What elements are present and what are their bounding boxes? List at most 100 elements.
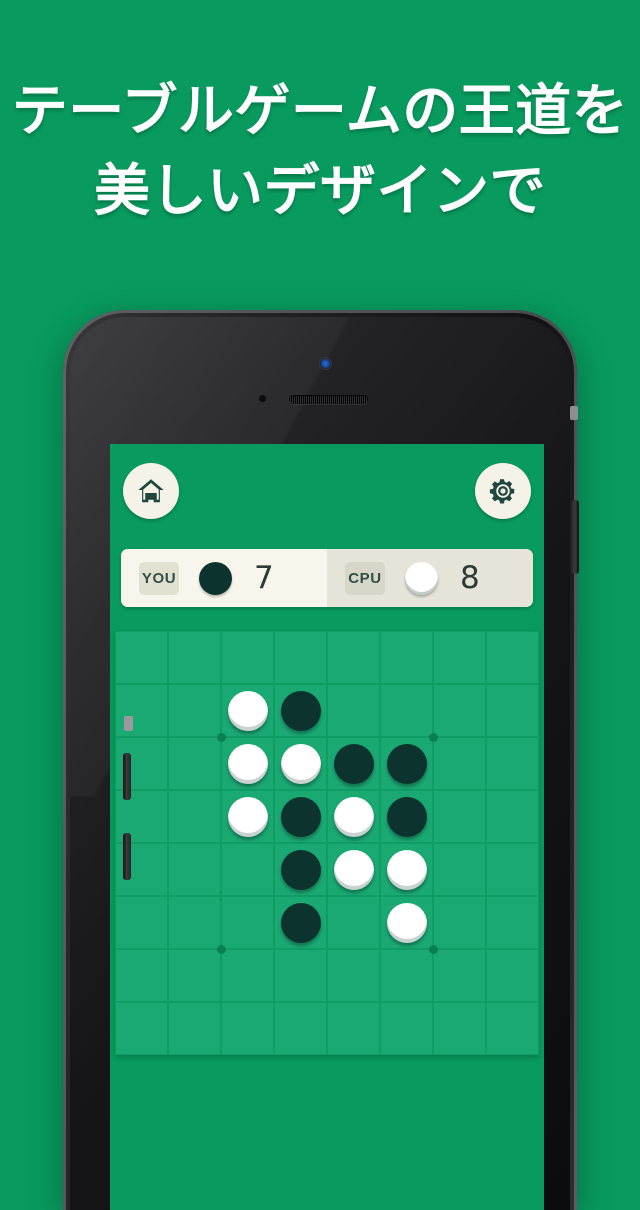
board-star-point: [428, 732, 438, 742]
board-cell[interactable]: [116, 950, 167, 1001]
board-cell[interactable]: [169, 844, 220, 895]
board-cell[interactable]: [487, 738, 538, 789]
earpiece-speaker-icon: [289, 395, 368, 404]
board-cell[interactable]: [328, 791, 379, 842]
home-icon: [136, 476, 166, 506]
board-cell[interactable]: [222, 738, 273, 789]
board-cell[interactable]: [275, 685, 326, 736]
board-cell[interactable]: [487, 791, 538, 842]
board-cell[interactable]: [381, 791, 432, 842]
othello-board[interactable]: [115, 631, 539, 1055]
score-cpu: CPU 8: [327, 549, 533, 607]
board-cell[interactable]: [381, 950, 432, 1001]
cpu-disc-icon: [405, 561, 438, 595]
volume-down-button[interactable]: [123, 833, 131, 880]
board-cell[interactable]: [328, 632, 379, 683]
phone-screen: YOU 7 CPU 8: [110, 444, 544, 1210]
board-cell[interactable]: [116, 1003, 167, 1054]
board-cell[interactable]: [487, 844, 538, 895]
board-cell[interactable]: [275, 897, 326, 948]
headline-line-1: テーブルゲームの王道を: [11, 79, 629, 144]
board-cell[interactable]: [169, 791, 220, 842]
black-stone: [280, 690, 321, 731]
black-stone: [386, 796, 427, 837]
board-cell[interactable]: [328, 844, 379, 895]
cpu-badge: CPU: [345, 561, 385, 595]
power-button[interactable]: [571, 500, 579, 574]
cpu-score: 8: [460, 560, 480, 596]
black-stone: [280, 902, 321, 943]
board-cell[interactable]: [222, 897, 273, 948]
board-cell[interactable]: [434, 950, 485, 1001]
board-grid: [115, 631, 539, 1055]
board-cell[interactable]: [275, 738, 326, 789]
board-cell[interactable]: [434, 632, 485, 683]
board-cell[interactable]: [275, 632, 326, 683]
board-cell[interactable]: [169, 632, 220, 683]
board-cell[interactable]: [116, 897, 167, 948]
board-cell[interactable]: [487, 1003, 538, 1054]
settings-button[interactable]: [475, 463, 531, 519]
board-cell[interactable]: [434, 897, 485, 948]
board-cell[interactable]: [381, 685, 432, 736]
black-stone: [333, 743, 374, 784]
board-cell[interactable]: [275, 791, 326, 842]
board-cell[interactable]: [169, 1003, 220, 1054]
you-score: 7: [254, 560, 274, 596]
board-cell[interactable]: [222, 791, 273, 842]
white-stone: [333, 849, 374, 890]
board-cell[interactable]: [169, 950, 220, 1001]
board-cell[interactable]: [381, 1003, 432, 1054]
white-stone: [227, 796, 268, 837]
board-cell[interactable]: [222, 844, 273, 895]
white-stone: [280, 743, 321, 784]
right-side-accent: [570, 406, 578, 420]
board-cell[interactable]: [169, 738, 220, 789]
you-badge: YOU: [139, 561, 179, 595]
board-cell[interactable]: [487, 950, 538, 1001]
white-stone: [227, 690, 268, 731]
board-cell[interactable]: [381, 738, 432, 789]
board-cell[interactable]: [381, 844, 432, 895]
board-cell[interactable]: [381, 897, 432, 948]
board-cell[interactable]: [434, 791, 485, 842]
white-stone: [333, 796, 374, 837]
board-cell[interactable]: [487, 685, 538, 736]
black-stone: [280, 796, 321, 837]
board-cell[interactable]: [328, 738, 379, 789]
board-cell[interactable]: [434, 685, 485, 736]
black-stone: [386, 743, 427, 784]
board-cell[interactable]: [328, 685, 379, 736]
board-cell[interactable]: [275, 844, 326, 895]
board-cell[interactable]: [328, 1003, 379, 1054]
board-cell[interactable]: [222, 950, 273, 1001]
black-stone: [280, 849, 321, 890]
board-cell[interactable]: [487, 632, 538, 683]
board-cell[interactable]: [381, 632, 432, 683]
board-cell[interactable]: [222, 1003, 273, 1054]
board-cell[interactable]: [116, 632, 167, 683]
board-cell[interactable]: [434, 1003, 485, 1054]
board-cell[interactable]: [169, 897, 220, 948]
mute-switch[interactable]: [124, 716, 133, 731]
board-star-point: [216, 732, 226, 742]
board-cell[interactable]: [328, 950, 379, 1001]
you-disc-icon: [199, 561, 232, 595]
board-cell[interactable]: [169, 685, 220, 736]
score-you: YOU 7: [121, 549, 327, 607]
board-cell[interactable]: [328, 897, 379, 948]
volume-up-button[interactable]: [123, 753, 131, 800]
board-cell[interactable]: [434, 844, 485, 895]
board-cell[interactable]: [275, 1003, 326, 1054]
board-cell[interactable]: [222, 632, 273, 683]
board-cell[interactable]: [434, 738, 485, 789]
home-button[interactable]: [123, 463, 179, 519]
ambient-sensor-icon: [259, 395, 266, 402]
board-cell[interactable]: [487, 897, 538, 948]
white-stone: [227, 743, 268, 784]
board-cell[interactable]: [222, 685, 273, 736]
board-cell[interactable]: [275, 950, 326, 1001]
score-bar: YOU 7 CPU 8: [121, 549, 533, 607]
white-stone: [386, 849, 427, 890]
promo-headline: テーブルゲームの王道を 美しいデザインで: [0, 72, 640, 231]
